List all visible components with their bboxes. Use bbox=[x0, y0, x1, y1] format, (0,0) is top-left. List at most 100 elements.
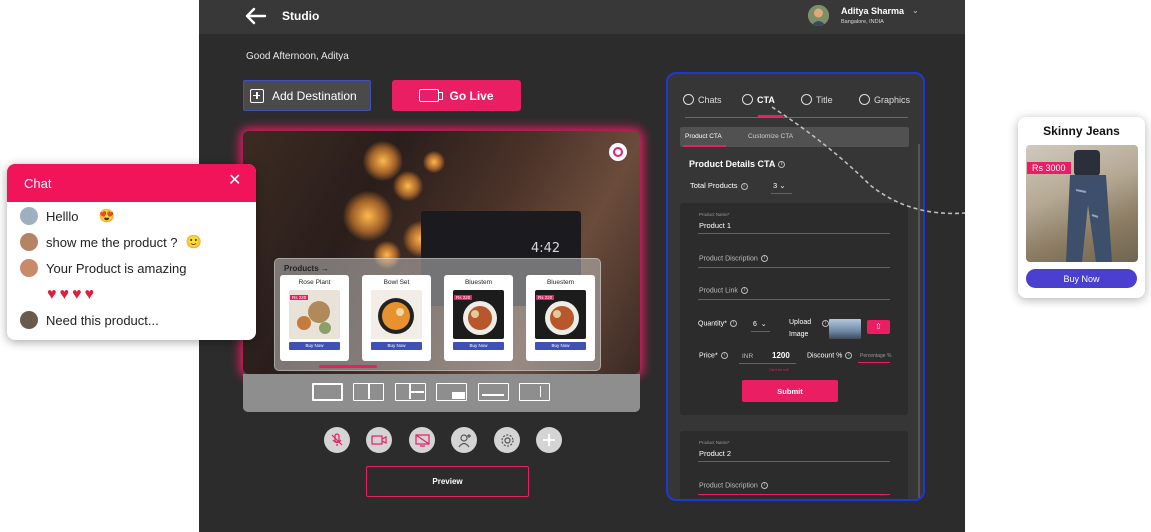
product-name: Rose Plant bbox=[298, 279, 331, 286]
preview-button[interactable]: Preview bbox=[366, 466, 529, 497]
layout-pip-option[interactable] bbox=[436, 383, 467, 401]
quantity-underline bbox=[751, 331, 770, 332]
info-icon[interactable]: i bbox=[845, 352, 853, 359]
product-form-1: Product Name* Product 1 Product Discript… bbox=[680, 203, 908, 415]
buy-now-button[interactable]: Buy Now bbox=[289, 342, 340, 350]
price-underline bbox=[739, 363, 796, 364]
tab-cta[interactable]: CTA bbox=[742, 94, 775, 105]
field-underline bbox=[698, 267, 890, 268]
popup-product-title: Skinny Jeans bbox=[1043, 124, 1120, 138]
layout-strip-option[interactable] bbox=[478, 383, 509, 401]
discount-input[interactable]: Percentage % bbox=[860, 353, 891, 359]
layout-single-option[interactable] bbox=[312, 383, 343, 401]
info-icon[interactable]: i bbox=[729, 320, 737, 327]
product-card[interactable]: Bowl Set Buy Now bbox=[362, 275, 431, 361]
top-bar: Studio Aditya Sharma Bangalore, INDIA ⌄ bbox=[199, 0, 965, 34]
buy-now-button[interactable]: Buy Now bbox=[371, 342, 422, 350]
description-placeholder: Product Discription bbox=[699, 482, 758, 490]
user-name: Aditya Sharma bbox=[841, 6, 905, 16]
tab-chats[interactable]: Chats bbox=[683, 94, 722, 105]
product-name: Bowl Set bbox=[383, 279, 410, 286]
popup-buy-now-button[interactable]: Buy Now bbox=[1026, 269, 1137, 288]
product-card[interactable]: Bluestem Rs 220 Buy Now bbox=[444, 275, 513, 361]
screen-share-icon bbox=[414, 433, 430, 447]
avatar bbox=[20, 259, 38, 277]
plus-square-icon bbox=[250, 88, 264, 103]
connector-line bbox=[771, 106, 966, 215]
discount-text: Discount % bbox=[807, 352, 843, 360]
products-scroll-indicator[interactable] bbox=[319, 365, 377, 368]
add-destination-button[interactable]: Add Destination bbox=[243, 80, 371, 111]
quantity-select[interactable]: 6 ⌄ bbox=[753, 320, 767, 328]
products-title[interactable]: Products → bbox=[284, 264, 329, 273]
layout-sidebar-option[interactable] bbox=[519, 383, 550, 401]
plus-icon bbox=[543, 434, 555, 446]
mic-off-icon bbox=[331, 433, 343, 446]
add-guest-button[interactable] bbox=[451, 427, 477, 453]
field-underline bbox=[698, 299, 890, 300]
tab-title[interactable]: Title bbox=[801, 94, 833, 105]
description-placeholder: Product Discription bbox=[699, 255, 758, 263]
product-price: Rs 220 bbox=[454, 295, 473, 300]
product-description-input[interactable]: Product Discription i bbox=[699, 482, 768, 489]
layout-split-option[interactable] bbox=[353, 383, 384, 401]
info-icon[interactable]: i bbox=[740, 287, 748, 294]
record-icon[interactable] bbox=[609, 143, 627, 161]
popup-price-tag: Rs 3000 bbox=[1027, 162, 1071, 174]
back-arrow-icon[interactable] bbox=[245, 7, 267, 25]
add-more-button[interactable] bbox=[536, 427, 562, 453]
active-subtab-indicator bbox=[683, 145, 726, 147]
info-icon[interactable]: i bbox=[740, 182, 748, 190]
message-text: Need this product... bbox=[46, 312, 159, 328]
bokeh-light bbox=[343, 191, 393, 241]
upload-button[interactable]: ⇧ bbox=[867, 320, 890, 334]
quantity-value: 6 bbox=[753, 321, 757, 328]
product-description-input[interactable]: Product Discription i bbox=[699, 255, 768, 262]
go-live-label: Go Live bbox=[449, 88, 494, 103]
chat-message: Your Product is amazing bbox=[20, 259, 186, 277]
info-icon[interactable]: i bbox=[720, 352, 728, 359]
tab-label: Graphics bbox=[874, 94, 911, 105]
go-live-button[interactable]: Go Live bbox=[392, 80, 521, 111]
info-icon[interactable]: i bbox=[822, 320, 829, 327]
buy-now-button[interactable]: Buy Now bbox=[453, 342, 504, 350]
subtab-product-cta[interactable]: Product CTA bbox=[685, 133, 722, 140]
screen-share-button[interactable] bbox=[409, 427, 435, 453]
settings-button[interactable] bbox=[494, 427, 520, 453]
product-link-input[interactable]: Product Link i bbox=[699, 287, 748, 294]
close-icon[interactable]: ✕ bbox=[228, 173, 241, 189]
product-name: Bluestem bbox=[464, 279, 493, 286]
page-title: Studio bbox=[282, 9, 320, 23]
price-input[interactable]: 1200 bbox=[772, 351, 790, 360]
chevron-down-icon[interactable]: ⌄ bbox=[912, 6, 919, 15]
user-avatar[interactable] bbox=[808, 5, 829, 26]
buy-now-button[interactable]: Buy Now bbox=[535, 342, 586, 350]
submit-button[interactable]: Submit bbox=[742, 380, 838, 402]
avatar bbox=[20, 311, 38, 329]
studio-app: Studio Aditya Sharma Bangalore, INDIA ⌄ … bbox=[199, 0, 965, 532]
avatar bbox=[20, 233, 38, 251]
camera-toggle-button[interactable] bbox=[366, 427, 392, 453]
info-icon[interactable]: i bbox=[760, 255, 768, 262]
video-preview: 4:42 Products → Rose Plant Rs 220 Buy No… bbox=[243, 131, 640, 374]
product-name-input[interactable]: Product 1 bbox=[699, 221, 731, 230]
product-card[interactable]: Bluestem Rs 220 Buy Now bbox=[526, 275, 595, 361]
gear-icon bbox=[500, 433, 514, 447]
tab-graphics[interactable]: Graphics bbox=[859, 94, 910, 105]
mute-mic-button[interactable] bbox=[324, 427, 350, 453]
layout-grid-option[interactable] bbox=[395, 383, 426, 401]
video-camera-icon bbox=[419, 89, 444, 102]
discount-label: Discount % i bbox=[807, 352, 853, 360]
info-icon[interactable]: i bbox=[760, 482, 768, 489]
add-person-icon bbox=[458, 433, 471, 447]
product-name-input[interactable]: Product 2 bbox=[699, 449, 731, 458]
camera-off-icon bbox=[371, 435, 387, 445]
product-card[interactable]: Rose Plant Rs 220 Buy Now bbox=[280, 275, 349, 361]
greeting: Good Afternoon, Aditya bbox=[246, 51, 349, 62]
total-products-label: Total Products i bbox=[690, 181, 748, 190]
section-title-text: Product Details CTA bbox=[689, 159, 776, 169]
layout-selector bbox=[243, 374, 640, 412]
product-price: Rs 220 bbox=[290, 295, 309, 300]
chat-header: Chat ✕ bbox=[7, 164, 256, 202]
chat-message: Helllo 😍 bbox=[20, 207, 115, 225]
